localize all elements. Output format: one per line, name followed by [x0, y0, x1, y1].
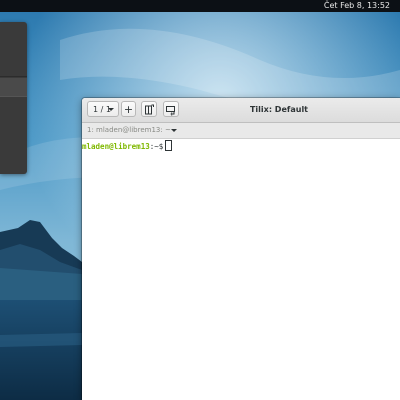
prompt-line: mladen@librem13:~$ — [82, 140, 173, 152]
session-switcher-button[interactable]: 1 / 1 — [87, 101, 119, 117]
split-down-icon — [166, 105, 175, 116]
terminal-title-bar[interactable]: 1: mladen@librem13: ~ — [82, 123, 400, 139]
text-cursor — [165, 140, 173, 151]
top-bar: Čet Feb 8, 13:52 — [0, 0, 400, 12]
divider — [0, 76, 27, 77]
window-title: Tilix: Default — [249, 105, 309, 114]
tilix-window[interactable]: 1 / 1 + Tilix: Default 1: mladen@librem1… — [82, 98, 400, 400]
highlighted-row[interactable] — [0, 78, 27, 96]
background-window[interactable] — [0, 22, 27, 174]
prompt-user-host: mladen@librem13 — [82, 142, 150, 151]
split-right-icon — [145, 104, 154, 114]
chevron-down-icon[interactable] — [171, 129, 177, 132]
chevron-down-icon — [108, 108, 114, 111]
split-down-button[interactable] — [163, 101, 179, 117]
terminal-title: 1: mladen@librem13: ~ — [87, 126, 171, 134]
divider — [0, 96, 27, 97]
terminal-area[interactable]: mladen@librem13:~$ — [82, 139, 400, 400]
clock[interactable]: Čet Feb 8, 13:52 — [324, 1, 390, 11]
add-label: + — [123, 103, 134, 116]
add-session-button[interactable]: + — [121, 101, 136, 117]
split-right-button[interactable] — [141, 101, 157, 117]
prompt-path: ~$ — [154, 142, 164, 151]
header-bar: 1 / 1 + Tilix: Default — [82, 98, 400, 123]
